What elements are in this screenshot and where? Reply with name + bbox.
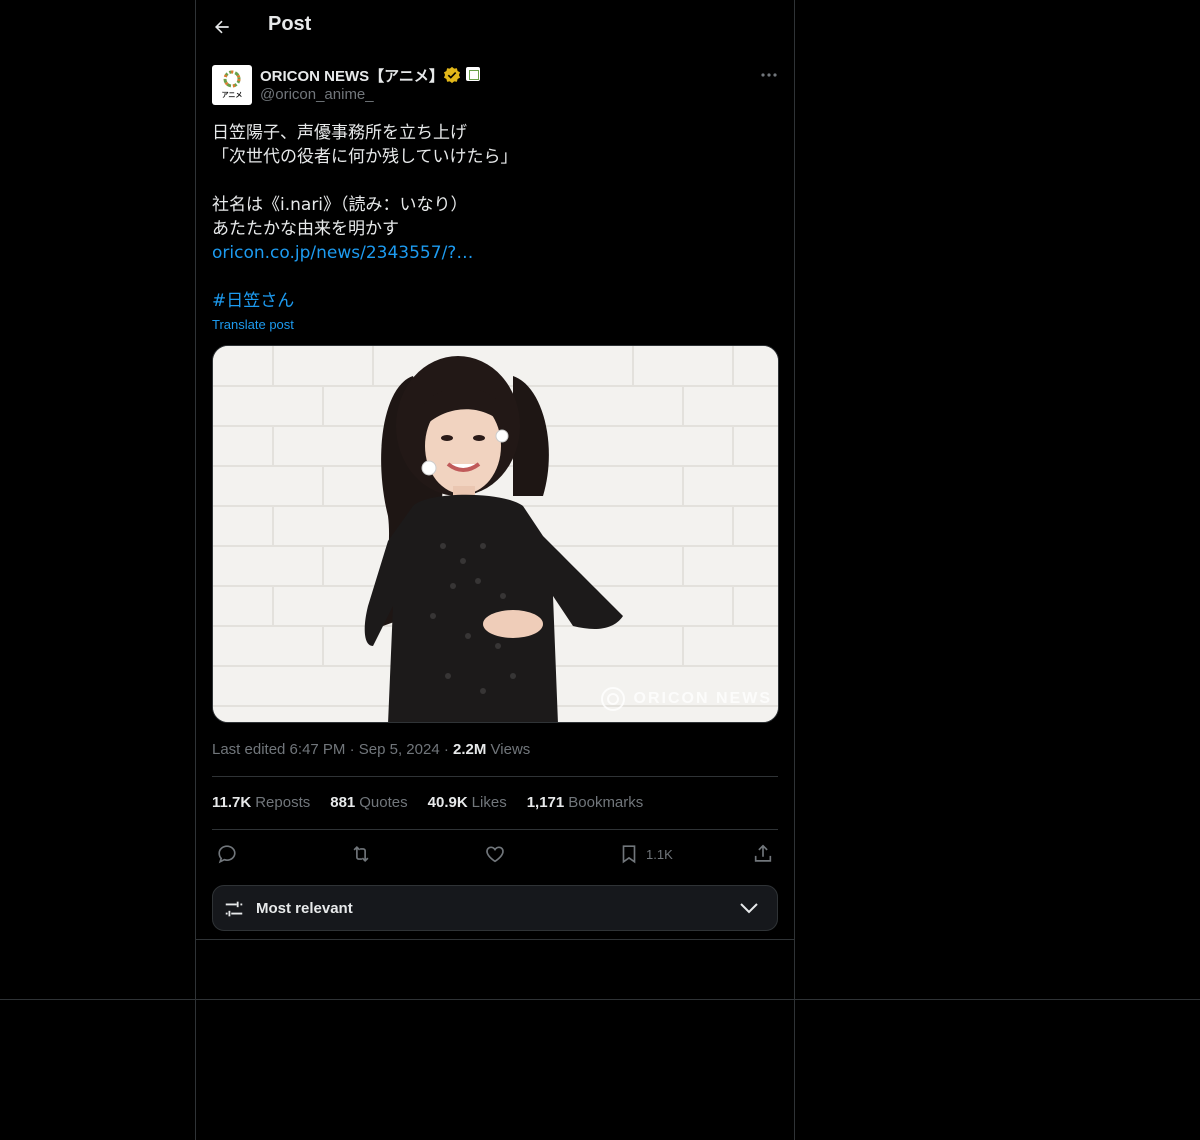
reposts-stat[interactable]: 11.7K Reposts [212,794,310,811]
post-column: Post アニメ ORICON NEWS【アニメ】 @oricon_anime_… [195,0,795,1140]
sliders-icon [225,901,243,917]
post-spacer [212,265,778,289]
author-name[interactable]: ORICON NEWS【アニメ】 [260,65,444,86]
post-link[interactable]: oricon.co.jp/news/2343557/?… [212,241,778,265]
action-bar: 1.1K [212,838,778,870]
page-title: Post [268,13,312,35]
likes-count: 40.9K [427,794,468,811]
post-line: 「次世代の役者に何か残していけたら」 [212,147,518,167]
watermark: ORICON NEWS [600,686,772,712]
share-button[interactable] [752,838,774,870]
reposts-label: Reposts [255,794,311,811]
verified-badge-icon[interactable] [443,66,461,84]
divider [212,829,778,830]
logo-icon [223,70,241,88]
more-horizontal-icon [761,73,777,77]
avatar-label: アニメ [221,91,243,99]
photo [213,346,778,722]
likes-stat[interactable]: 40.9K Likes [428,794,507,811]
avatar[interactable]: アニメ [212,65,252,105]
views-count: 2.2M [453,741,487,758]
share-icon [754,844,772,862]
engagement-stats: 11.7K Reposts 881 Quotes 40.9K Likes 1,171 B… [212,794,643,811]
bookmarks-stat[interactable]: 1,171 Bookmarks [527,794,644,811]
oricon-logo-icon [600,687,625,711]
hashtag-link[interactable]: #日笠さん [212,289,778,313]
repost-button[interactable] [350,838,372,870]
more-button[interactable] [752,64,786,86]
meta-separator: · [443,741,454,758]
repost-icon [353,845,369,863]
reply-button[interactable] [216,838,238,870]
author-handle[interactable]: @oricon_anime_ [260,86,374,103]
sort-replies-dropdown[interactable]: Most relevant [212,885,778,931]
arrow-left-icon [215,20,229,34]
heart-icon [486,846,504,863]
divider [0,999,1200,1000]
bookmarks-label: Bookmarks [568,794,644,811]
quotes-count: 881 [330,794,356,811]
meta-separator: · [349,741,359,758]
chevron-down-icon [740,903,758,914]
quotes-label: Quotes [359,794,408,811]
bookmark-button[interactable]: 1.1K [618,838,673,870]
post-line [212,169,778,193]
divider [212,776,778,777]
quotes-stat[interactable]: 881 Quotes [330,794,407,811]
sort-label: Most relevant [256,900,353,917]
bookmark-icon [622,845,636,864]
post-date[interactable]: Sep 5, 2024 [359,741,440,758]
affiliate-badge-icon[interactable] [466,67,480,81]
bookmark-count: 1.1K [646,846,673,862]
views-label: Views [490,741,531,758]
reply-icon [218,845,236,864]
bookmarks-count: 1,171 [526,794,565,811]
post-image[interactable]: ORICON NEWS [212,345,779,723]
like-button[interactable] [484,838,506,870]
reposts-count: 11.7K [212,794,252,811]
watermark-text: ORICON NEWS [633,690,772,707]
post-meta: Last edited 6:47 PM · Sep 5, 2024 · 2.2M… [212,741,530,758]
header: Post [196,0,794,54]
likes-label: Likes [471,794,507,811]
back-button[interactable] [204,9,240,45]
divider [196,939,794,940]
post-line: あたたかな由来を明かす [212,219,399,239]
post-line: 日笠陽子、声優事務所を立ち上げ [212,123,467,143]
translate-link[interactable]: Translate post [212,317,294,332]
post-text: 日笠陽子、声優事務所を立ち上げ 「次世代の役者に何か残していけたら」 社名は《i… [212,121,778,313]
edited-time[interactable]: Last edited 6:47 PM [212,741,345,758]
post-line: 社名は《i.nari》（読み：いなり） [212,195,468,215]
